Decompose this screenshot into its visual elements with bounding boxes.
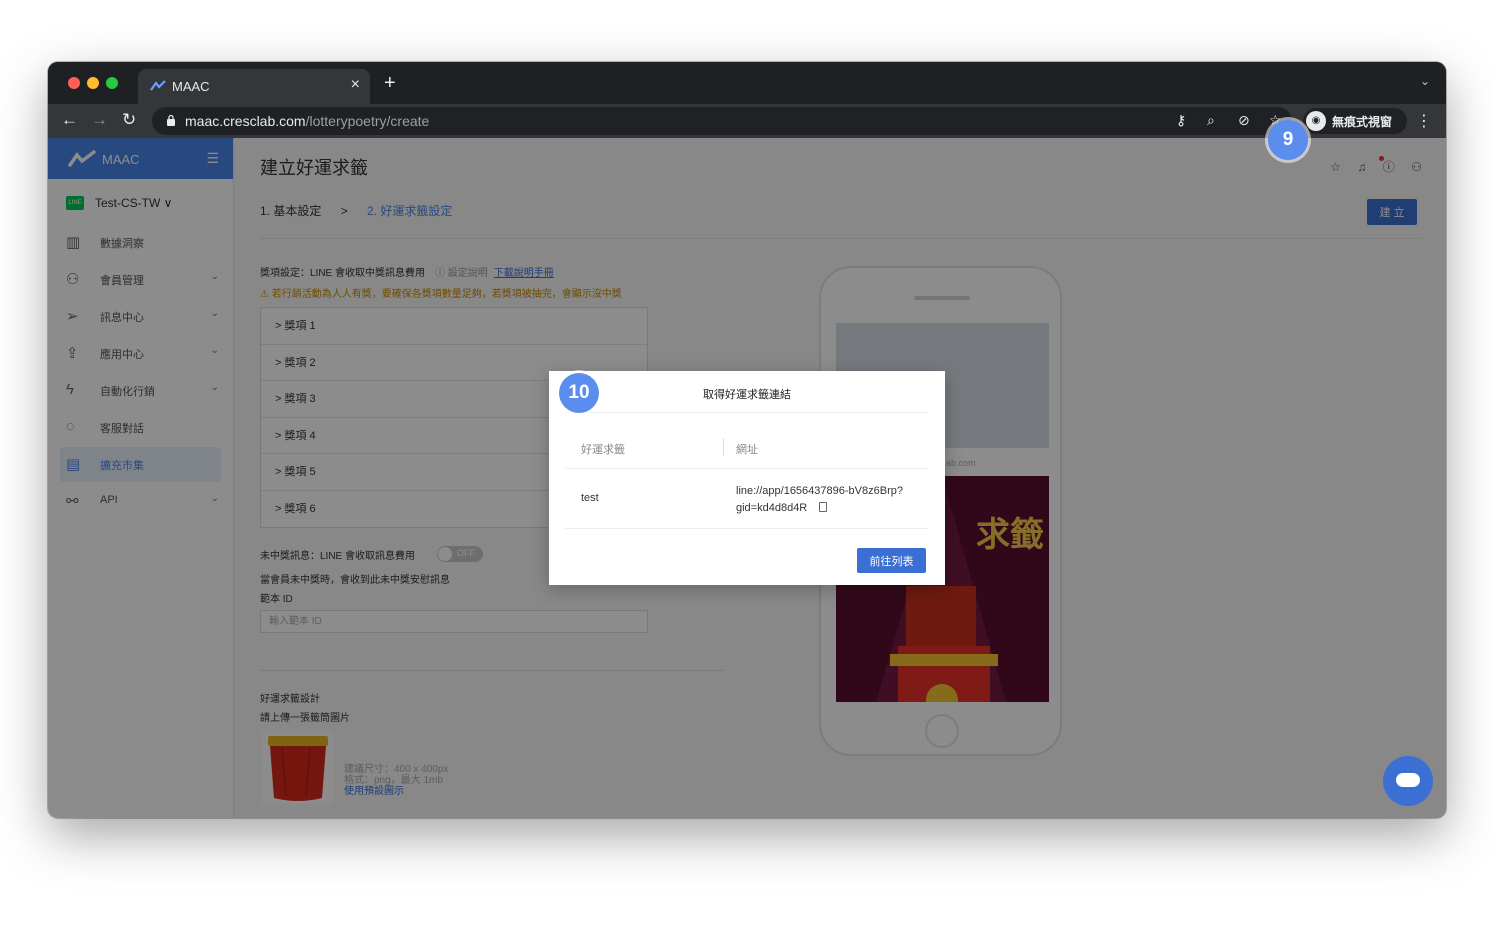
tab-strip: MAAC × + ⌄	[48, 62, 1446, 104]
browser-tab[interactable]: MAAC ×	[138, 69, 370, 104]
eye-off-icon[interactable]: ⊘	[1238, 112, 1250, 129]
lottery-name-cell: test	[581, 492, 599, 504]
divider	[565, 528, 929, 529]
chat-support-button[interactable]	[1383, 756, 1433, 806]
incognito-profile-button[interactable]: ◉ 無痕式視窗	[1303, 108, 1407, 134]
close-window-button[interactable]	[68, 77, 80, 89]
browser-window: MAAC × + ⌄ ← → ↻ maac.cresclab.com/lotte…	[48, 62, 1446, 818]
reload-icon[interactable]: ↻	[122, 110, 136, 130]
maac-favicon-icon	[150, 80, 166, 91]
url-text: maac.cresclab.com/lotterypoetry/create	[185, 113, 430, 129]
lottery-url-cell: line://app/1656437896-bV8z6Brp? gid=kd4d8…	[736, 483, 926, 517]
page-content: MAAC ☰ LINE Test-CS-TW ∨ ▥ 數據洞察 ⚇ 會員管理 ⌄ ➢ 訊息中…	[48, 138, 1446, 818]
divider	[565, 412, 929, 413]
close-tab-icon[interactable]: ×	[351, 76, 360, 94]
modal-title: 取得好運求籤連結	[703, 389, 791, 401]
browser-menu-icon[interactable]: ⋮	[1416, 111, 1432, 131]
browser-toolbar: ← → ↻ maac.cresclab.com/lotterypoetry/cr…	[48, 104, 1446, 138]
get-link-modal: 取得好運求籤連結 好運求籤 網址 test line://app/1656437…	[549, 371, 945, 585]
divider	[565, 468, 929, 469]
goto-list-button[interactable]: 前往列表	[857, 548, 926, 573]
minimize-window-button[interactable]	[87, 77, 99, 89]
forward-icon[interactable]: →	[91, 110, 108, 130]
column-header-name: 好運求籤	[581, 444, 625, 456]
step-badge-9: 9	[1268, 120, 1308, 160]
new-tab-icon[interactable]: +	[384, 72, 396, 95]
key-icon[interactable]: ⚷	[1176, 112, 1186, 129]
step-badge-10: 10	[559, 373, 599, 413]
tab-search-chevron-icon[interactable]: ⌄	[1420, 74, 1430, 88]
tab-title: MAAC	[172, 79, 210, 94]
column-header-url: 網址	[736, 444, 758, 456]
zoom-icon[interactable]: ⌕	[1207, 112, 1215, 129]
column-divider	[723, 438, 724, 456]
incognito-label: 無痕式視窗	[1332, 115, 1393, 129]
address-bar[interactable]: maac.cresclab.com/lotterypoetry/create ⚷…	[152, 107, 1292, 135]
maximize-window-button[interactable]	[106, 77, 118, 89]
chat-bubble-icon	[1396, 773, 1420, 787]
copy-icon[interactable]	[819, 502, 828, 512]
lock-icon	[167, 114, 175, 126]
back-icon[interactable]: ←	[61, 110, 78, 130]
incognito-icon: ◉	[1306, 111, 1326, 131]
